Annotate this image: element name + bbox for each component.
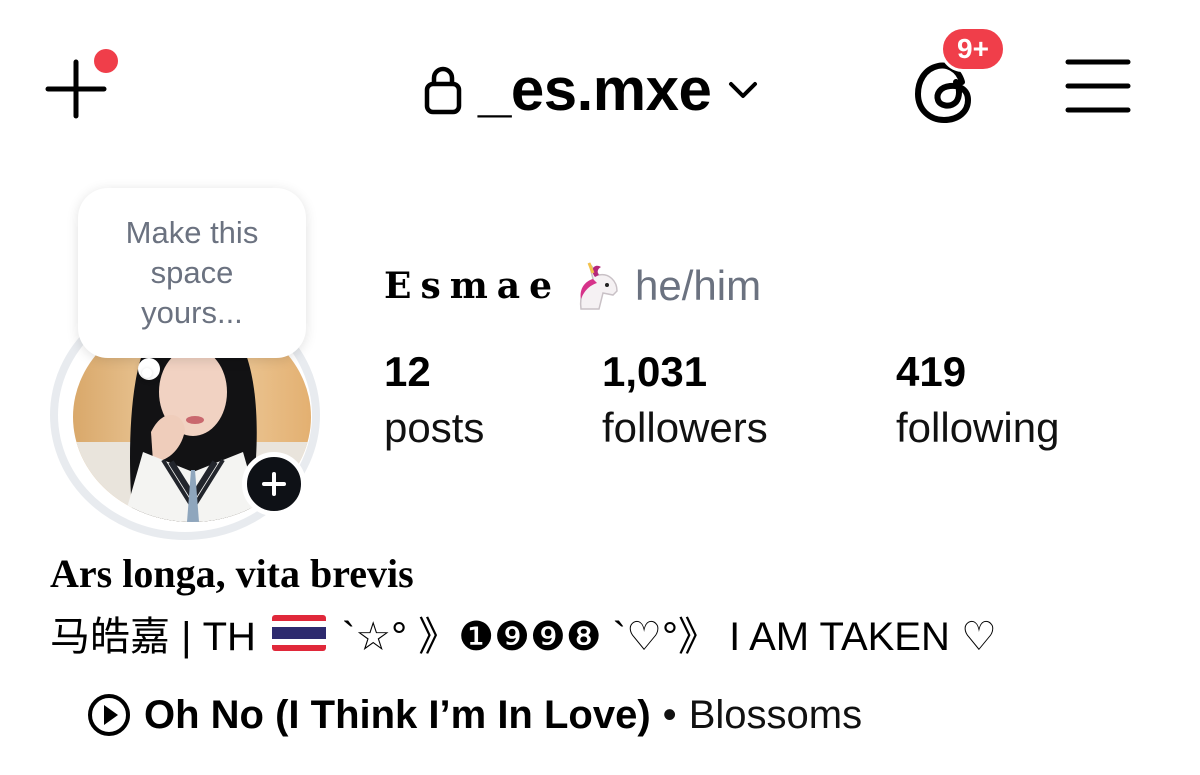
note-bubble[interactable]: Make this space yours... xyxy=(78,188,306,358)
stat-label: posts xyxy=(384,404,485,451)
note-text-line: Make this xyxy=(125,215,259,250)
unicorn-emoji-icon xyxy=(579,262,618,310)
song-title: Oh No (I Think I’m In Love) xyxy=(144,692,651,737)
note-text-line: yours... xyxy=(141,295,243,330)
plus-icon xyxy=(262,472,286,496)
stat-label: following xyxy=(896,404,1060,451)
bio-text-suffix: `☆° 》❶❾❾❽ `♡°》 I AM TAKEN ♡ xyxy=(341,615,997,659)
create-button[interactable] xyxy=(40,48,120,120)
hamburger-menu-icon xyxy=(1065,59,1131,113)
bio-title: Ars longa, vita brevis xyxy=(50,551,414,596)
stat-label: followers xyxy=(602,404,768,451)
bio-text-prefix: 马皓嘉 | TH xyxy=(50,615,256,659)
note-bubble-tail-small xyxy=(142,368,152,378)
stat-following[interactable]: 419 following xyxy=(896,346,1059,458)
stat-posts[interactable]: 12 posts xyxy=(384,346,484,458)
plus-icon xyxy=(45,49,118,119)
notification-dot xyxy=(94,49,118,73)
pronouns: he/him xyxy=(635,262,762,309)
account-switcher[interactable]: _es.mxe xyxy=(422,50,761,130)
add-story-button[interactable] xyxy=(242,452,306,516)
chevron-down-icon xyxy=(729,82,758,98)
lock-icon xyxy=(424,66,462,115)
note-text-line: space xyxy=(150,255,234,290)
notification-badge: 9+ xyxy=(940,26,1006,72)
display-name: Esmae xyxy=(384,265,562,307)
stat-value: 1,031 xyxy=(602,348,708,395)
menu-button[interactable] xyxy=(1062,54,1134,118)
separator: • xyxy=(662,692,677,737)
thailand-flag-icon xyxy=(271,615,326,651)
username: _es.mxe xyxy=(478,56,712,123)
profile-music[interactable]: Oh No (I Think I’m In Love) • Blossoms xyxy=(86,692,862,738)
stat-followers[interactable]: 1,031 followers xyxy=(602,346,768,458)
artist-name: Blossoms xyxy=(688,692,863,737)
bio-line: 马皓嘉 | TH `☆° 》❶❾❾❽ `♡°》 I AM TAKEN ♡ xyxy=(50,604,997,662)
stat-value: 12 xyxy=(384,348,431,395)
play-icon xyxy=(88,694,130,736)
name-row: Esmae he/him xyxy=(384,260,761,312)
stat-value: 419 xyxy=(896,348,967,395)
